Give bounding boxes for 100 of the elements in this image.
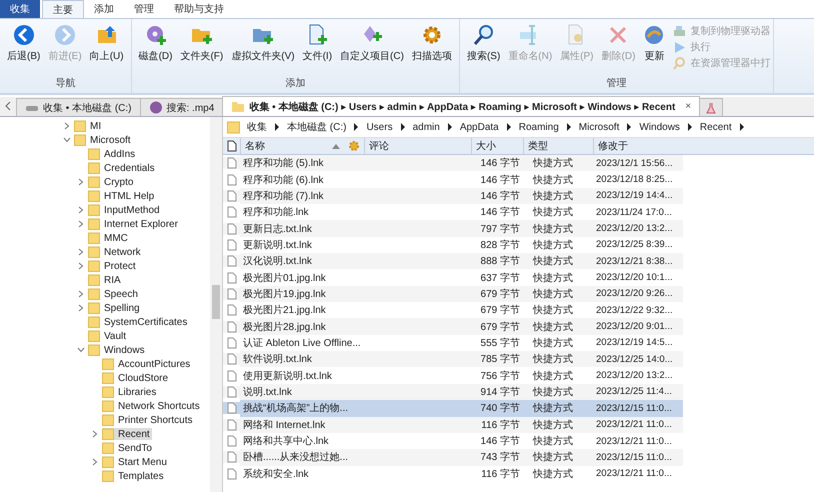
chevron-right-icon[interactable] [506,123,512,131]
breadcrumb-item[interactable]: Windows [639,122,680,132]
breadcrumb-item[interactable]: 本地磁盘 (C:) [287,120,346,134]
file-row[interactable]: 更新说明.txt.lnk 828 字节 快捷方式 2023/12/25 8:39... [223,236,814,254]
ribbon-button[interactable]: 文件夹(F) [176,24,228,63]
file-row[interactable]: 卧槽......从来没想过她... 743 字节 快捷方式 2023/12/15 11:0... [223,449,814,466]
ribbon-button[interactable]: 磁盘(D) [134,24,176,63]
tree-item[interactable]: Network Shortcuts [102,400,202,412]
tree-item[interactable]: InputMethod [88,204,162,216]
close-tab-button[interactable]: × [685,101,692,112]
file-row[interactable]: 极光图片19.jpg.lnk 679 字节 快捷方式 2023/12/20 9:26... [223,286,814,302]
tree-item[interactable]: CloudStore [102,372,170,384]
chevron-right-icon[interactable] [626,123,632,131]
folder-name: CloudStore [118,372,168,384]
file-row[interactable]: 极光图片01.jpg.lnk 637 字节 快捷方式 2023/12/20 10:1... [223,269,814,286]
ribbon-tab[interactable]: 添加 [84,0,124,18]
tree-item[interactable]: Start Menu [102,456,169,468]
file-row[interactable]: 网络和 Internet.lnk 116 字节 快捷方式 2023/12/21 11:0... [223,416,814,433]
breadcrumb-item[interactable]: AppData [460,122,499,132]
ribbon-button[interactable]: 搜索(S) [462,24,504,63]
tree-item[interactable]: AccountPictures [102,358,192,370]
column-header[interactable]: 修改于 [593,138,683,154]
file-row[interactable]: 认证 Ableton Live Offline... 555 字节 快捷方式 2023/12/19 14:5... [223,334,814,352]
scroll-left-icon[interactable] [4,101,12,111]
file-row[interactable]: 挑战“机场高架”上的物... 740 字节 快捷方式 2023/12/15 11:0... [223,400,814,416]
breadcrumb-item[interactable]: Microsoft [578,122,620,132]
file-row[interactable]: 程序和功能 (5).lnk 146 字节 快捷方式 2023/12/1 15:56... [223,155,814,172]
breadcrumb-item[interactable]: Recent [700,122,732,132]
column-header[interactable]: 评论 [364,138,471,154]
ribbon-button[interactable]: 扫描选项 [408,24,456,63]
chevron-right-icon[interactable] [353,123,360,131]
file-row[interactable]: 说明.txt.lnk 914 字节 快捷方式 2023/12/25 11:4... [223,384,814,400]
chevron-right-icon[interactable] [400,123,406,131]
tree-item[interactable]: Network [88,246,143,258]
tree-item[interactable]: MMC [88,232,130,244]
chevron-right-icon[interactable] [738,123,745,131]
file-type: 快捷方式 [523,400,593,416]
breadcrumb-item[interactable]: admin [412,122,440,132]
ribbon-button[interactable]: 文件(I) [298,24,336,63]
file-row[interactable]: 更新日志.txt.lnk 797 字节 快捷方式 2023/12/20 13:2... [223,220,814,237]
chevron-down-icon[interactable] [77,346,85,354]
column-header[interactable]: 名称 [240,138,364,154]
scrollbar[interactable] [210,117,222,492]
chevron-right-icon[interactable] [446,123,453,131]
gear-icon[interactable] [348,140,360,152]
tree-item[interactable]: Credentials [88,162,157,174]
tree-item[interactable]: MI [74,120,104,132]
chevron-right-icon[interactable] [274,123,280,131]
chevron-right-icon[interactable] [686,123,693,131]
file-row[interactable]: 极光图片28.jpg.lnk 679 字节 快捷方式 2023/12/20 9:01... [223,318,814,335]
tree-item[interactable]: Speech [88,288,140,300]
file-row[interactable]: 极光图片21.jpg.lnk 679 字节 快捷方式 2023/12/22 9:32... [223,302,814,318]
ribbon-tab[interactable]: 帮助与支持 [164,0,234,18]
document-tab[interactable]: 搜索: .mp4 [140,98,224,116]
tree-item[interactable]: Protect [88,260,138,272]
tree-item[interactable]: Recent [102,428,152,440]
file-row[interactable]: 程序和功能 (7).lnk 146 字节 快捷方式 2023/12/19 14:4... [223,188,814,204]
ribbon-button[interactable]: 向上(U) [86,24,128,63]
ribbon-tab[interactable]: 主要 [42,0,84,18]
tree-item[interactable]: AddIns [88,148,138,160]
column-header[interactable]: 大小 [471,138,523,154]
file-row[interactable]: 使用更新说明.txt.lnk 756 字节 快捷方式 2023/12/20 13:2... [223,367,814,384]
new-tab-button[interactable] [699,98,724,116]
document-tab[interactable]: 收集 • 本地磁盘 (C:) [16,98,140,116]
chevron-down-icon[interactable] [63,136,71,144]
tree-item[interactable]: Internet Explorer [88,218,180,230]
tree-item[interactable]: Spelling [88,302,142,314]
tree-item[interactable]: HTML Help [88,190,156,202]
chevron-right-icon[interactable] [566,123,572,131]
document-tab[interactable]: 收集 • 本地磁盘 (C:) ▸ Users ▸ admin ▸ AppData ▸ Roaming ▸ Microsoft ▸ Windows ▸ Recent × [222,96,700,116]
tree-item[interactable]: Windows [88,344,147,356]
ribbon-button[interactable]: 自定义项目(C) [336,24,408,63]
tree-item[interactable]: Crypto [88,176,136,188]
tree-item[interactable]: SendTo [102,442,154,454]
ribbon-button[interactable]: 更新 [639,24,670,63]
tree-item[interactable]: Microsoft [74,134,133,146]
file-type: 快捷方式 [532,468,574,482]
file-row[interactable]: 网络和共享中心.lnk 146 字节 快捷方式 2023/12/21 11:0... [223,432,814,450]
ribbon-button[interactable]: 虚拟文件夹(V) [227,24,299,63]
ribbon-group-label: 管理 [606,77,628,91]
file-row[interactable]: 系统和安全.lnk 116 字节 快捷方式 2023/12/21 11:0... [223,466,814,482]
column-header[interactable]: 类型 [523,138,593,154]
breadcrumb-item[interactable]: Users [366,122,393,132]
breadcrumb-item[interactable]: 收集 [247,120,267,134]
ribbon-tab[interactable]: 管理 [124,0,164,18]
tree-item[interactable]: Templates [102,470,166,482]
file-row[interactable]: 程序和功能.lnk 146 字节 快捷方式 2023/11/24 17:0... [223,204,814,220]
scrollbar-thumb[interactable] [212,285,220,319]
tree-item[interactable]: SystemCertificates [88,316,190,328]
file-row[interactable]: 汉化说明.txt.lnk 888 字节 快捷方式 2023/12/21 8:38... [223,253,814,270]
tree-item[interactable]: RIA [88,274,123,286]
tree-item[interactable]: Libraries [102,386,158,398]
file-row[interactable]: 软件说明.txt.lnk 785 字节 快捷方式 2023/12/25 14:0... [223,351,814,368]
file-row[interactable]: 程序和功能 (6).lnk 146 字节 快捷方式 2023/12/18 8:25... [223,171,814,188]
ribbon-button[interactable]: 后退(B) [3,24,44,63]
tab-label: 搜索: .mp4 [166,102,214,114]
tree-item[interactable]: Printer Shortcuts [102,414,194,426]
breadcrumb-item[interactable]: Roaming [518,122,559,132]
app-menu-button[interactable]: 收集 [0,0,40,18]
tree-item[interactable]: Vault [88,330,128,342]
